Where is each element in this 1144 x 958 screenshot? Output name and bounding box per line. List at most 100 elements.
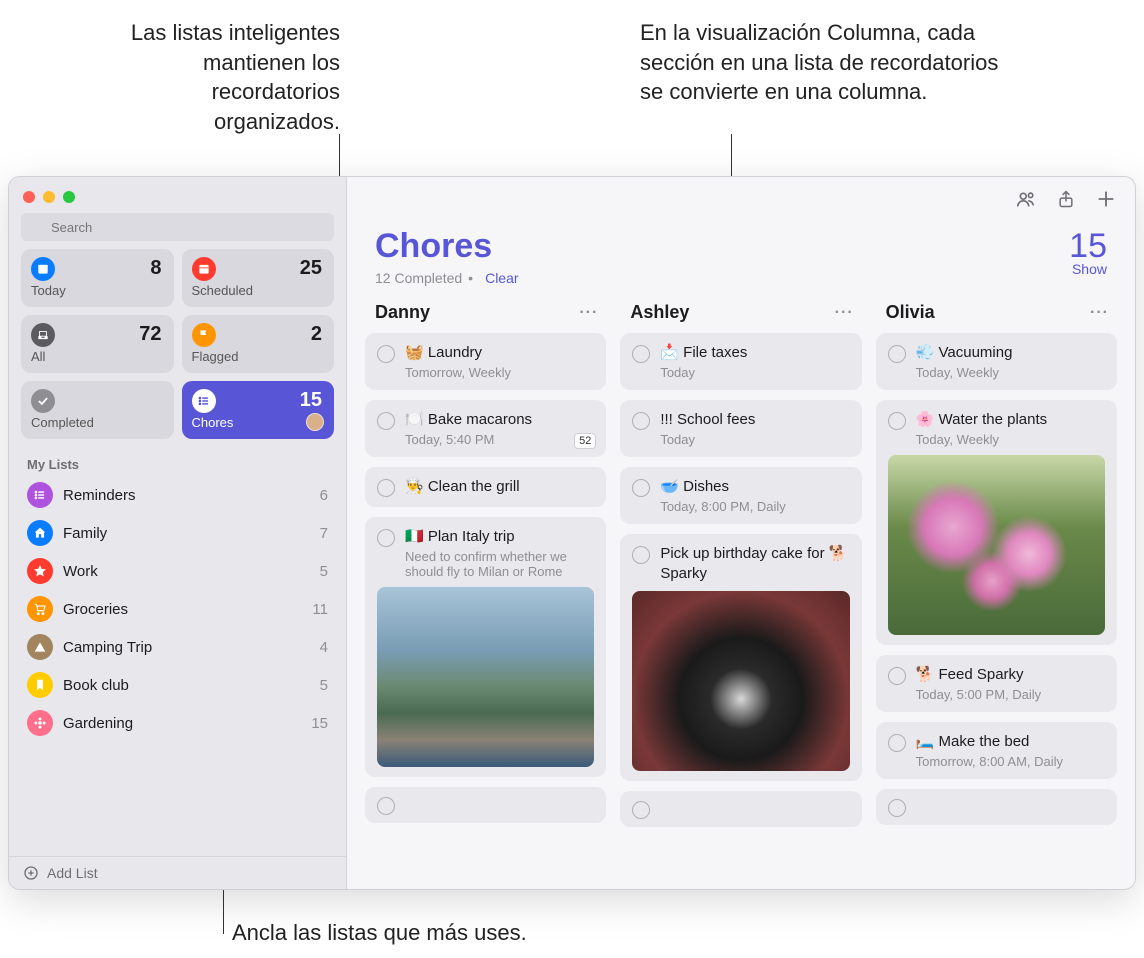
reminder-subtitle: Today, 8:00 PM, Daily (660, 499, 849, 514)
check-icon (31, 389, 55, 413)
reminder-card[interactable]: 📩 File taxesToday (620, 333, 861, 390)
column-more-button[interactable]: ··· (1090, 304, 1109, 322)
new-reminder-button[interactable] (1095, 188, 1117, 210)
mylist-row[interactable]: Camping Trip4 (15, 628, 340, 666)
reminder-image (632, 591, 849, 771)
reminder-card[interactable]: 🛏️ Make the bed Tomorrow, 8:00 AM, Daily (876, 722, 1117, 779)
mylist-row[interactable]: Family7 (15, 514, 340, 552)
reminder-card[interactable]: 🥣 DishesToday, 8:00 PM, Daily (620, 467, 861, 524)
reminder-card[interactable]: 👨‍🍳 Clean the grill (365, 467, 606, 507)
mylist-name: Family (63, 525, 107, 542)
minimize-window-button[interactable] (43, 191, 55, 203)
column-title: Ashley (630, 302, 689, 323)
reminder-title: 💨 Vacuuming (916, 343, 1013, 363)
smart-chores[interactable]: 15 Chores (182, 381, 335, 439)
smart-today[interactable]: 8 Today (21, 249, 174, 307)
column: Ashley ··· 📩 File taxesToday !!! School fee… (620, 296, 861, 879)
complete-toggle[interactable] (632, 479, 650, 497)
plus-circle-icon (23, 865, 39, 881)
smart-scheduled[interactable]: 25 Scheduled (182, 249, 335, 307)
zoom-window-button[interactable] (63, 191, 75, 203)
complete-toggle[interactable] (377, 345, 395, 363)
subheader: 12 Completed • Clear (347, 270, 1135, 296)
complete-toggle[interactable] (377, 479, 395, 497)
mylist-row[interactable]: Gardening15 (15, 704, 340, 742)
mylist-row[interactable]: Reminders6 (15, 476, 340, 514)
reminder-card[interactable]: 🧺 LaundryTomorrow, Weekly (365, 333, 606, 390)
mylist-name: Book club (63, 677, 129, 694)
collaborate-button[interactable] (1015, 188, 1037, 210)
mylist-name: Camping Trip (63, 639, 152, 656)
column-more-button[interactable]: ··· (579, 304, 598, 322)
reminder-subtitle: Tomorrow, 8:00 AM, Daily (916, 754, 1105, 769)
reminder-title: 🛏️ Make the bed (916, 732, 1030, 752)
complete-toggle[interactable] (632, 412, 650, 430)
smart-label: Today (31, 283, 164, 298)
reminder-title: Pick up birthday cake for 🐕 Sparky (660, 544, 849, 583)
sidebar: 8 Today 25 Scheduled 72 All (9, 177, 347, 889)
complete-toggle[interactable] (888, 667, 906, 685)
complete-toggle[interactable] (888, 734, 906, 752)
search-wrap (9, 203, 346, 249)
complete-toggle[interactable] (888, 345, 906, 363)
reminder-subtitle: Today, 5:00 PM, Daily (916, 687, 1105, 702)
complete-toggle[interactable] (888, 412, 906, 430)
mylist-count: 11 (312, 601, 328, 618)
mylist-name: Groceries (63, 601, 128, 618)
main-content: Chores 15 12 Completed • Clear Show Dann… (347, 177, 1135, 889)
clear-button[interactable]: Clear (485, 270, 518, 286)
reminder-card[interactable]: !!! School feesToday (620, 400, 861, 457)
search-input[interactable] (21, 213, 334, 241)
complete-toggle[interactable] (377, 797, 395, 815)
smart-all[interactable]: 72 All (21, 315, 174, 373)
callout-top-left: Las listas inteligentes mantienen los re… (80, 18, 340, 137)
smart-completed[interactable]: Completed (21, 381, 174, 439)
reminder-image (377, 587, 594, 767)
mylist-name: Gardening (63, 715, 133, 732)
smart-count: 25 (300, 257, 322, 280)
smart-count: 8 (150, 257, 161, 280)
mylist-count: 6 (320, 487, 328, 504)
tent-icon (27, 634, 53, 660)
new-reminder-placeholder[interactable] (620, 791, 861, 827)
column-more-button[interactable]: ··· (835, 304, 854, 322)
complete-toggle[interactable] (632, 801, 650, 819)
reminder-subtitle: Today, Weekly (916, 432, 1105, 447)
mylist-name: Work (63, 563, 98, 580)
calendar-icon (192, 257, 216, 281)
reminder-card[interactable]: 💨 Vacuuming Today, Weekly (876, 333, 1117, 390)
window-controls (9, 177, 346, 203)
complete-toggle[interactable] (888, 799, 906, 817)
reminder-subtitle: Today, 5:40 PM (405, 432, 594, 447)
reminder-subtitle: Today (660, 432, 849, 447)
shared-avatar-icon (306, 413, 324, 431)
smart-count: 15 (300, 389, 322, 412)
reminder-card[interactable]: Pick up birthday cake for 🐕 Sparky (620, 534, 861, 781)
new-reminder-placeholder[interactable] (365, 787, 606, 823)
smart-label: All (31, 349, 164, 364)
share-button[interactable] (1055, 188, 1077, 210)
reminder-card[interactable]: 🇮🇹 Plan Italy tripNeed to confirm whethe… (365, 517, 606, 777)
list-header: Chores 15 (347, 221, 1135, 270)
show-button[interactable]: Show (1072, 261, 1107, 277)
column-view: Danny···🧺 LaundryTomorrow, Weekly🍽️ Bake… (347, 296, 1135, 889)
smart-flagged[interactable]: 2 Flagged (182, 315, 335, 373)
reminder-card[interactable]: 🌸 Water the plantsToday, Weekly (876, 400, 1117, 645)
complete-toggle[interactable] (377, 529, 395, 547)
mylists: Reminders6Family7Work5 Groceries 11 Camping… (9, 476, 346, 856)
complete-toggle[interactable] (632, 546, 650, 564)
mylist-row[interactable]: Groceries 11 (15, 590, 340, 628)
mylist-row[interactable]: Work5 (15, 552, 340, 590)
reminder-card[interactable]: 🍽️ Bake macaronsToday, 5:40 PM52 (365, 400, 606, 457)
new-reminder-placeholder[interactable] (876, 789, 1117, 825)
reminder-subtitle: Need to confirm whether we should fly to… (405, 549, 594, 579)
mylist-row[interactable]: Book club5 (15, 666, 340, 704)
column: Danny···🧺 LaundryTomorrow, Weekly🍽️ Bake… (365, 296, 606, 879)
reminder-subtitle: Today (660, 365, 849, 380)
close-window-button[interactable] (23, 191, 35, 203)
complete-toggle[interactable] (632, 345, 650, 363)
reminder-subtitle: Today, Weekly (916, 365, 1105, 380)
add-list-button[interactable]: Add List (9, 856, 346, 889)
reminder-card[interactable]: 🐕 Feed SparkyToday, 5:00 PM, Daily (876, 655, 1117, 712)
complete-toggle[interactable] (377, 412, 395, 430)
